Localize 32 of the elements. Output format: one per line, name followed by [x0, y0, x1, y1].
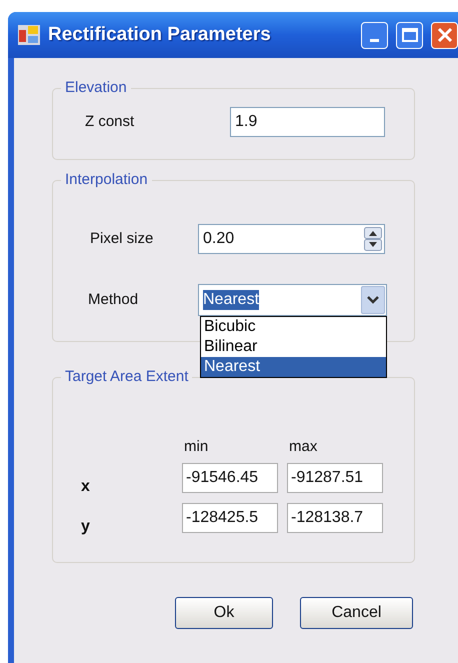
maximize-icon [402, 28, 418, 42]
row-label: x [81, 476, 90, 496]
cancel-button[interactable]: Cancel [300, 597, 413, 629]
coordinate-input[interactable]: -91546.45 [182, 462, 278, 492]
close-button[interactable] [431, 22, 458, 48]
field-label: Pixel size [90, 228, 154, 249]
minimize-icon [370, 38, 379, 42]
column-label: max [288, 437, 318, 457]
dropdown-arrow-button[interactable] [361, 286, 385, 314]
dropdown-option[interactable]: Nearest [201, 357, 386, 377]
field-label: Z const [85, 112, 136, 132]
dropdown-value: Nearest [203, 290, 260, 310]
coordinate-input[interactable]: -91287.51 [287, 462, 383, 492]
group-title: Interpolation [61, 171, 152, 189]
ok-button[interactable]: Ok [175, 597, 273, 629]
row-label: y [81, 516, 90, 536]
close-icon [436, 27, 452, 43]
field-value: 0.20 [203, 229, 234, 249]
minimize-button[interactable] [361, 22, 388, 48]
chevron-icon [367, 296, 379, 304]
coordinate-input[interactable]: -128138.7 [287, 502, 383, 532]
maximize-button[interactable] [396, 22, 423, 48]
numeric-input[interactable]: 0.20 [198, 224, 385, 254]
window-title: Rectification Parameters [48, 22, 272, 47]
z-const-input[interactable]: 1.9 [230, 107, 385, 137]
app-icon [18, 25, 40, 45]
spinner-icon[interactable] [364, 227, 382, 251]
field-label: Method [88, 290, 140, 310]
column-label: min [183, 437, 210, 457]
method-dropdown[interactable]: Nearest [198, 284, 387, 316]
group-title: Target Area Extent [61, 368, 192, 386]
coordinate-input[interactable]: -128425.5 [182, 502, 278, 532]
